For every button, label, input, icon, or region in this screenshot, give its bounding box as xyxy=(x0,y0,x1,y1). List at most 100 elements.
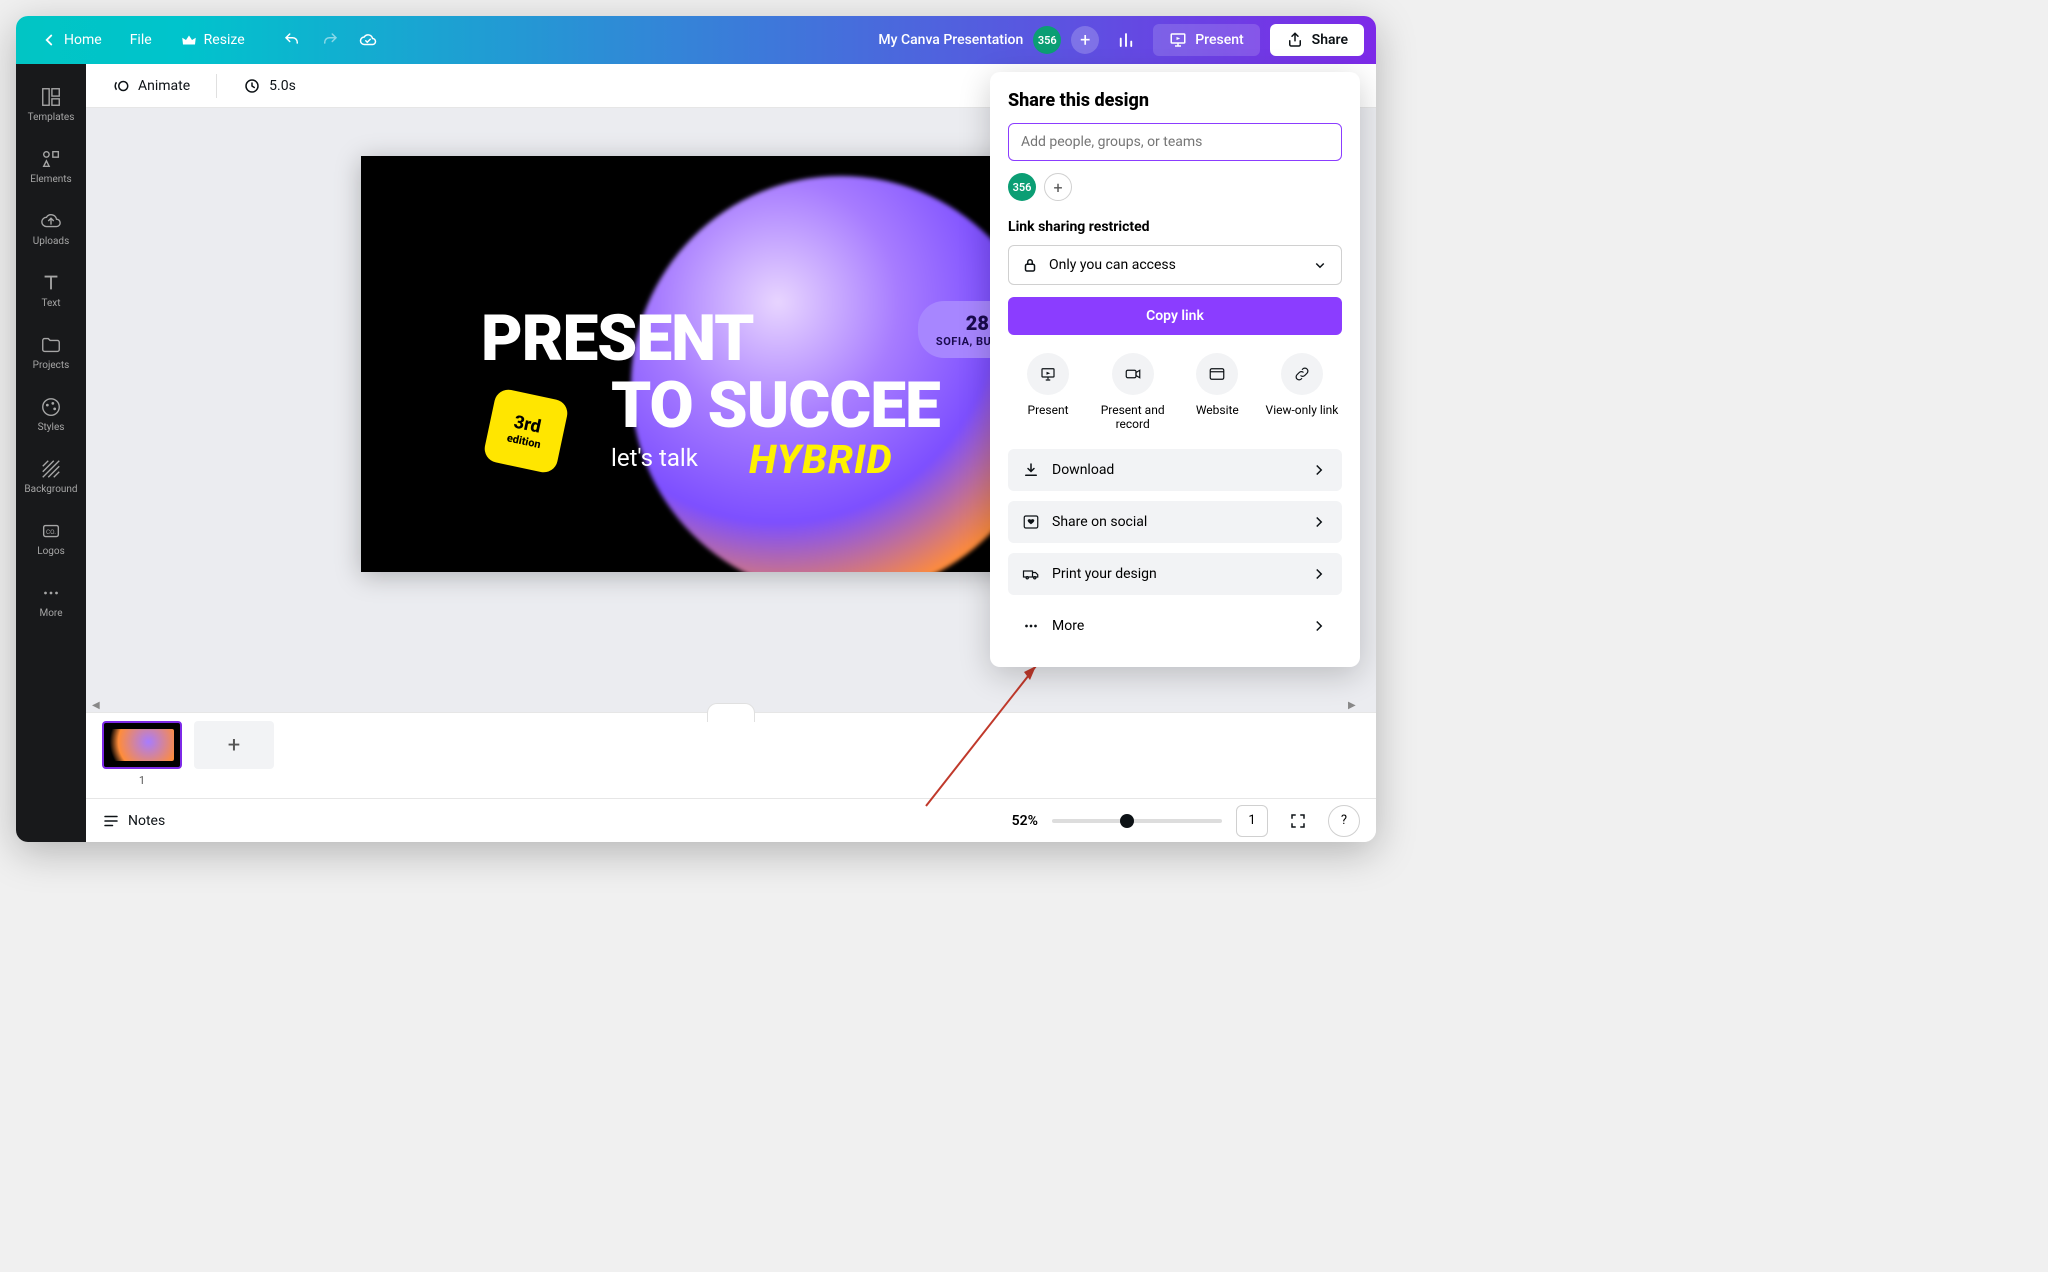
fullscreen-button[interactable] xyxy=(1282,805,1314,837)
slide-hybrid: HYBRID xyxy=(749,436,893,483)
row-label: Share on social xyxy=(1052,514,1147,530)
share-avatar[interactable]: 356 xyxy=(1008,173,1036,201)
tile-label: Website xyxy=(1196,403,1239,417)
zoom-slider-thumb[interactable] xyxy=(1120,814,1134,828)
tile-website[interactable]: Website xyxy=(1177,353,1257,431)
chevron-right-icon xyxy=(1310,617,1328,635)
row-label: Download xyxy=(1052,462,1114,478)
share-heading: Share this design xyxy=(1008,90,1342,111)
chevron-down-icon xyxy=(1311,256,1329,274)
access-dropdown[interactable]: Only you can access xyxy=(1008,245,1342,285)
document-title[interactable]: My Canva Presentation xyxy=(878,32,1023,48)
fullscreen-icon xyxy=(1289,812,1307,830)
thumb-number: 1 xyxy=(139,774,145,787)
sidebar-item-text[interactable]: Text xyxy=(16,260,86,320)
more-icon xyxy=(1022,617,1040,635)
home-button[interactable]: Home xyxy=(28,25,114,55)
crown-icon xyxy=(180,31,198,49)
row-more[interactable]: More xyxy=(1008,605,1342,647)
row-social[interactable]: Share on social xyxy=(1008,501,1342,543)
chevron-right-icon xyxy=(1310,565,1328,583)
slide-title-line2: TO SUCCEE xyxy=(611,368,940,443)
sidebar-item-elements[interactable]: Elements xyxy=(16,136,86,196)
add-page-button[interactable]: + xyxy=(194,721,274,769)
row-print[interactable]: Print your design xyxy=(1008,553,1342,595)
lock-icon xyxy=(1021,256,1039,274)
add-collaborator-button[interactable]: + xyxy=(1071,26,1099,54)
file-menu[interactable]: File xyxy=(118,26,164,54)
share-button[interactable]: Share xyxy=(1270,24,1364,56)
topbar: Home File Resize My Canva Presentation 3… xyxy=(16,16,1376,64)
app-window: Home File Resize My Canva Presentation 3… xyxy=(16,16,1376,842)
download-icon xyxy=(1022,461,1040,479)
zoom-value[interactable]: 52% xyxy=(1012,813,1038,829)
row-label: Print your design xyxy=(1052,566,1157,582)
notes-button[interactable]: Notes xyxy=(102,812,165,830)
tile-present-record[interactable]: Present and record xyxy=(1093,353,1173,431)
access-value: Only you can access xyxy=(1049,257,1176,273)
tile-viewonly[interactable]: View-only link xyxy=(1262,353,1342,431)
presentation-icon xyxy=(1169,31,1187,49)
hatch-icon xyxy=(40,458,62,480)
share-people-input[interactable] xyxy=(1008,123,1342,161)
uploads-icon xyxy=(40,210,62,232)
footer: Notes 52% 1 ? xyxy=(86,798,1376,842)
folder-icon xyxy=(40,334,62,356)
cloud-status-icon[interactable] xyxy=(351,23,385,57)
text-icon xyxy=(40,272,62,294)
copy-link-button[interactable]: Copy link xyxy=(1008,297,1342,335)
share-icon xyxy=(1286,31,1304,49)
animate-icon xyxy=(112,77,130,95)
svg-text:CO.: CO. xyxy=(46,527,56,535)
heart-icon xyxy=(1022,513,1040,531)
duration-button[interactable]: 5.0s xyxy=(233,71,306,101)
analytics-button[interactable] xyxy=(1109,23,1143,57)
duration-label: 5.0s xyxy=(269,78,296,94)
notes-label: Notes xyxy=(128,813,165,829)
undo-button[interactable] xyxy=(275,23,309,57)
animate-label: Animate xyxy=(138,78,190,94)
share-label: Share xyxy=(1312,32,1348,48)
scroll-right-icon[interactable]: ▶ xyxy=(1348,700,1360,712)
sidebar-item-styles[interactable]: Styles xyxy=(16,384,86,444)
palette-icon xyxy=(40,396,62,418)
row-download[interactable]: Download xyxy=(1008,449,1342,491)
row-label: More xyxy=(1052,618,1084,634)
sidebar-item-templates[interactable]: Templates xyxy=(16,74,86,134)
sidebar-label: Uploads xyxy=(33,236,69,247)
chevron-right-icon xyxy=(1310,461,1328,479)
sidebar-item-background[interactable]: Background xyxy=(16,446,86,506)
sidebar-item-logos[interactable]: CO. Logos xyxy=(16,508,86,568)
help-button[interactable]: ? xyxy=(1328,805,1360,837)
record-icon xyxy=(1124,365,1142,383)
tile-label: Present xyxy=(1028,403,1069,417)
page-thumbnails: 1 + xyxy=(86,712,1376,798)
sidebar-label: More xyxy=(39,608,62,619)
grid-view-button[interactable]: 1 xyxy=(1236,805,1268,837)
present-button[interactable]: Present xyxy=(1153,24,1259,56)
resize-button[interactable]: Resize xyxy=(168,25,257,55)
link-sharing-label: Link sharing restricted xyxy=(1008,219,1342,235)
scroll-left-icon[interactable]: ◀ xyxy=(92,700,104,712)
divider xyxy=(216,74,217,98)
share-add-person[interactable]: + xyxy=(1044,173,1072,201)
grid-count: 1 xyxy=(1248,813,1255,828)
tile-present[interactable]: Present xyxy=(1008,353,1088,431)
more-icon xyxy=(40,582,62,604)
sidebar-item-projects[interactable]: Projects xyxy=(16,322,86,382)
sidebar-label: Styles xyxy=(38,422,65,433)
zoom-slider[interactable] xyxy=(1052,819,1222,823)
slide-title-line1: PRESENT xyxy=(481,301,754,376)
sidebar-item-more[interactable]: More xyxy=(16,570,86,630)
templates-icon xyxy=(40,86,62,108)
file-label: File xyxy=(130,32,152,48)
user-avatar[interactable]: 356 xyxy=(1033,26,1061,54)
redo-button[interactable] xyxy=(313,23,347,57)
logos-icon: CO. xyxy=(40,520,62,542)
animate-button[interactable]: Animate xyxy=(102,71,200,101)
thumbnail-page-1[interactable] xyxy=(102,721,182,769)
present-label: Present xyxy=(1195,32,1243,48)
sidebar-label: Background xyxy=(24,484,77,495)
notes-icon xyxy=(102,812,120,830)
sidebar-item-uploads[interactable]: Uploads xyxy=(16,198,86,258)
